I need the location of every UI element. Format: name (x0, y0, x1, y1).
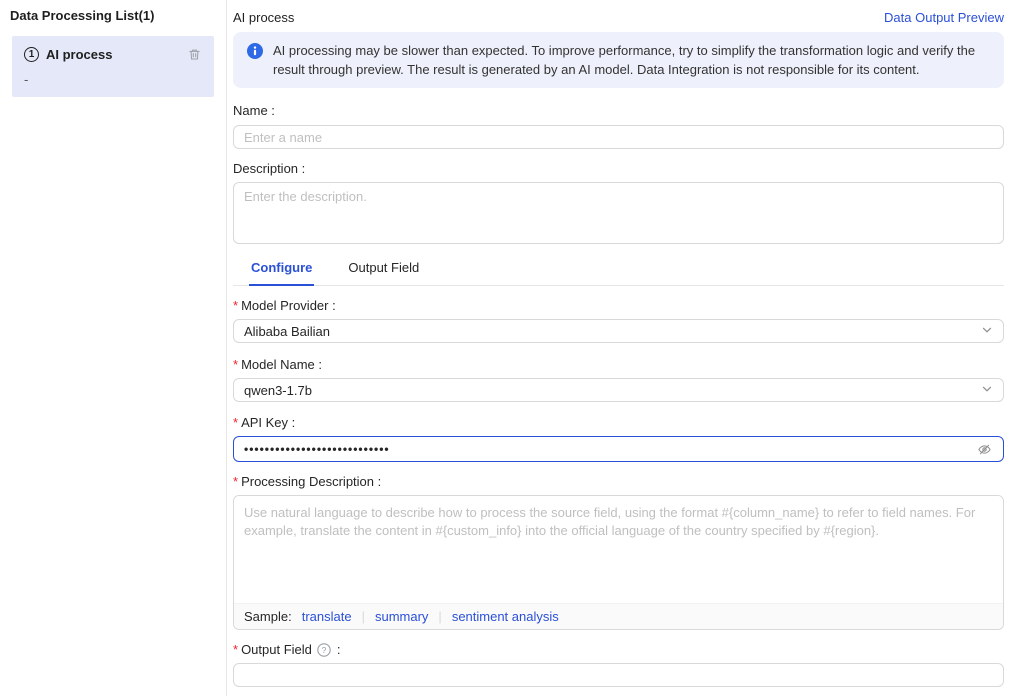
item-index-badge: 1 (24, 46, 39, 62)
trash-icon[interactable] (186, 46, 202, 62)
main-panel: AI process Data Output Preview AI proces… (227, 0, 1012, 696)
main-header: AI process Data Output Preview (233, 8, 1004, 26)
required-asterisk: * (233, 415, 239, 430)
description-label: Description : (233, 161, 306, 176)
model-name-value: qwen3-1.7b (244, 382, 312, 398)
info-icon (247, 43, 263, 62)
model-name-label: * Model Name : (233, 357, 322, 372)
api-key-input[interactable] (244, 442, 975, 456)
sample-link-sentiment-analysis[interactable]: sentiment analysis (452, 609, 559, 624)
item-title: AI process (46, 46, 113, 62)
process-list-item[interactable]: 1 AI process - (12, 36, 214, 97)
eye-invisible-icon[interactable] (975, 440, 993, 458)
separator: | (438, 609, 442, 624)
sample-link-translate[interactable]: translate (302, 609, 352, 624)
required-asterisk: * (233, 357, 239, 372)
info-banner: AI processing may be slower than expecte… (233, 32, 1004, 88)
sidebar: Data Processing List(1) 1 AI process - (0, 0, 227, 696)
processing-description-label: * Processing Description : (233, 474, 382, 489)
name-input[interactable] (233, 125, 1004, 149)
api-key-field (233, 436, 1004, 462)
tab-configure[interactable]: Configure (249, 256, 315, 286)
output-field-label: * Output Field ? : (233, 642, 341, 657)
chevron-down-icon (981, 383, 993, 398)
tab-output-field[interactable]: Output Field (346, 256, 421, 286)
model-name-select[interactable]: qwen3-1.7b (233, 378, 1004, 402)
model-provider-value: Alibaba Bailian (244, 323, 331, 339)
label-colon: : (336, 642, 341, 657)
sample-footer: Sample: translate | summary | sentiment … (234, 603, 1003, 629)
item-sublabel: - (24, 72, 29, 87)
chevron-down-icon (981, 324, 993, 339)
name-label: Name : (233, 103, 275, 118)
api-key-label: * API Key : (233, 415, 296, 430)
model-provider-label: * Model Provider : (233, 298, 336, 313)
required-asterisk: * (233, 474, 239, 489)
banner-text: AI processing may be slower than expecte… (273, 43, 976, 77)
output-field-input[interactable] (233, 663, 1004, 687)
sample-link-summary[interactable]: summary (375, 609, 428, 624)
sample-label: Sample: (244, 609, 292, 624)
description-textarea[interactable] (233, 182, 1004, 244)
tab-bar: Configure Output Field (233, 256, 1004, 286)
processing-description-textarea[interactable] (234, 496, 1003, 603)
model-provider-select[interactable]: Alibaba Bailian (233, 319, 1004, 343)
help-icon[interactable]: ? (317, 643, 331, 657)
svg-text:?: ? (322, 645, 327, 655)
page-title: AI process (233, 9, 295, 25)
sidebar-title: Data Processing List(1) (10, 8, 155, 23)
required-asterisk: * (233, 642, 239, 657)
processing-description-field: Sample: translate | summary | sentiment … (233, 495, 1004, 630)
required-asterisk: * (233, 298, 239, 313)
app-root: Data Processing List(1) 1 AI process - A… (0, 0, 1012, 696)
separator: | (361, 609, 365, 624)
data-output-preview-link[interactable]: Data Output Preview (884, 10, 1004, 25)
